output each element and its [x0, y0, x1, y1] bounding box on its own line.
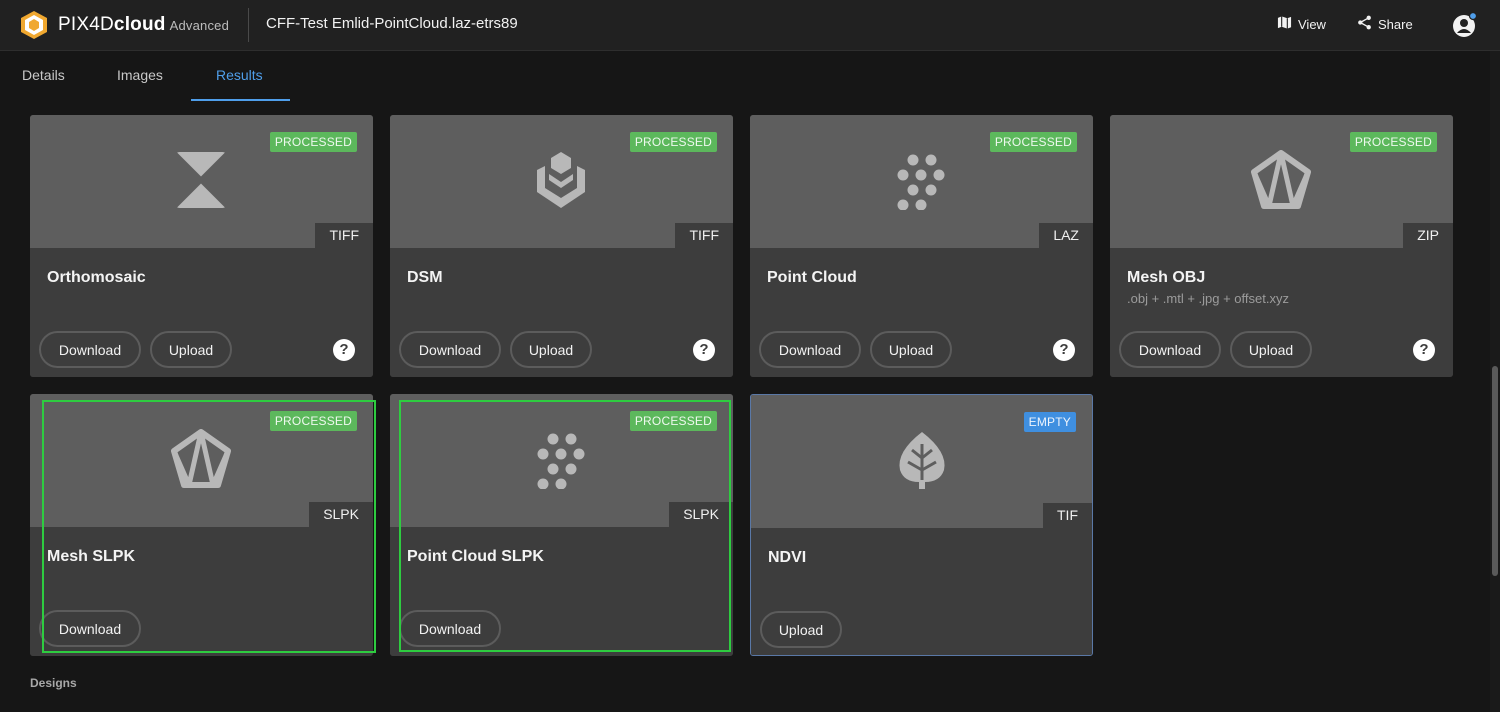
- download-button[interactable]: Download: [759, 331, 861, 368]
- card-title: Mesh SLPK: [47, 548, 136, 565]
- pix4d-logo-icon[interactable]: [20, 10, 48, 40]
- leaf-icon: [892, 430, 952, 490]
- card-title: NDVI: [768, 549, 807, 566]
- mesh-icon: [1251, 150, 1311, 210]
- brand-tier: Advanced: [169, 18, 230, 33]
- download-button[interactable]: Download: [399, 331, 501, 368]
- brand-name: PIX4Dcloud Advanced: [58, 14, 229, 36]
- share-button[interactable]: Share: [1357, 15, 1413, 33]
- brand-pix4d: PIX4D: [58, 14, 114, 35]
- point-cloud-icon: [891, 150, 951, 211]
- tab-details[interactable]: Details: [22, 67, 65, 83]
- orthomosaic-icon: [171, 150, 231, 210]
- help-icon[interactable]: ?: [333, 339, 355, 361]
- tab-images[interactable]: Images: [117, 67, 163, 83]
- tab-results[interactable]: Results: [216, 67, 263, 83]
- user-avatar-icon[interactable]: [1452, 11, 1478, 38]
- format-label: SLPK: [669, 502, 733, 527]
- status-badge: PROCESSED: [989, 132, 1077, 152]
- project-title: CFF-Test Emlid-PointCloud.laz-etrs89: [266, 15, 518, 32]
- share-icon: [1357, 15, 1372, 33]
- help-icon[interactable]: ?: [1413, 339, 1435, 361]
- upload-button[interactable]: Upload: [510, 331, 592, 368]
- status-badge: PROCESSED: [1349, 132, 1437, 152]
- format-label: SLPK: [309, 502, 373, 527]
- scrollbar-thumb[interactable]: [1492, 366, 1498, 576]
- format-label: ZIP: [1403, 223, 1453, 248]
- upload-button[interactable]: Upload: [150, 331, 232, 368]
- download-button[interactable]: Download: [399, 610, 501, 647]
- card-title: Orthomosaic: [47, 269, 146, 286]
- card-title: DSM: [407, 269, 443, 286]
- upload-button[interactable]: Upload: [870, 331, 952, 368]
- result-card-ndvi: EMPTY TIF NDVI Upload: [750, 394, 1093, 656]
- status-badge: PROCESSED: [629, 132, 717, 152]
- card-title: Point Cloud: [767, 269, 857, 286]
- map-icon: [1277, 15, 1292, 33]
- dsm-icon: [531, 150, 591, 210]
- tab-bar: Details Images Results: [0, 51, 1490, 101]
- view-label: View: [1298, 16, 1326, 32]
- result-card-mesh-slpk: PROCESSED SLPK Mesh SLPK Download: [30, 394, 373, 656]
- brand-cloud: cloud: [113, 14, 166, 35]
- point-cloud-icon: [531, 429, 591, 490]
- result-card-point-cloud: PROCESSED LAZ Point Cloud Download Uploa…: [750, 115, 1093, 377]
- status-badge: PROCESSED: [269, 132, 357, 152]
- result-card-point-cloud-slpk: PROCESSED SLPK Point Cloud SLPK Download: [390, 394, 733, 656]
- status-badge: EMPTY: [1023, 412, 1076, 432]
- result-card-mesh-obj: PROCESSED ZIP Mesh OBJ .obj + .mtl + .jp…: [1110, 115, 1453, 377]
- upload-button[interactable]: Upload: [1230, 331, 1312, 368]
- format-label: TIFF: [315, 223, 373, 248]
- status-badge: PROCESSED: [629, 411, 717, 431]
- upload-button[interactable]: Upload: [760, 611, 842, 648]
- help-icon[interactable]: ?: [1053, 339, 1075, 361]
- status-badge: PROCESSED: [269, 411, 357, 431]
- share-label: Share: [1378, 16, 1413, 32]
- format-label: LAZ: [1039, 223, 1093, 248]
- mesh-icon: [171, 429, 231, 489]
- format-label: TIFF: [675, 223, 733, 248]
- view-button[interactable]: View: [1277, 15, 1326, 33]
- header-divider: [248, 8, 249, 42]
- help-icon[interactable]: ?: [693, 339, 715, 361]
- active-tab-indicator: [191, 99, 290, 101]
- card-subtitle: .obj + .mtl + .jpg + offset.xyz: [1127, 291, 1289, 306]
- result-card-dsm: PROCESSED TIFF DSM Download Upload ?: [390, 115, 733, 377]
- download-button[interactable]: Download: [1119, 331, 1221, 368]
- format-label: TIF: [1043, 503, 1092, 528]
- designs-section-label: Designs: [30, 676, 77, 690]
- card-title: Point Cloud SLPK: [407, 548, 544, 565]
- download-button[interactable]: Download: [39, 331, 141, 368]
- result-card-orthomosaic: PROCESSED TIFF Orthomosaic Download Uplo…: [30, 115, 373, 377]
- download-button[interactable]: Download: [39, 610, 141, 647]
- card-title: Mesh OBJ: [1127, 269, 1206, 286]
- top-bar: PIX4Dcloud Advanced CFF-Test Emlid-PointC…: [0, 0, 1500, 51]
